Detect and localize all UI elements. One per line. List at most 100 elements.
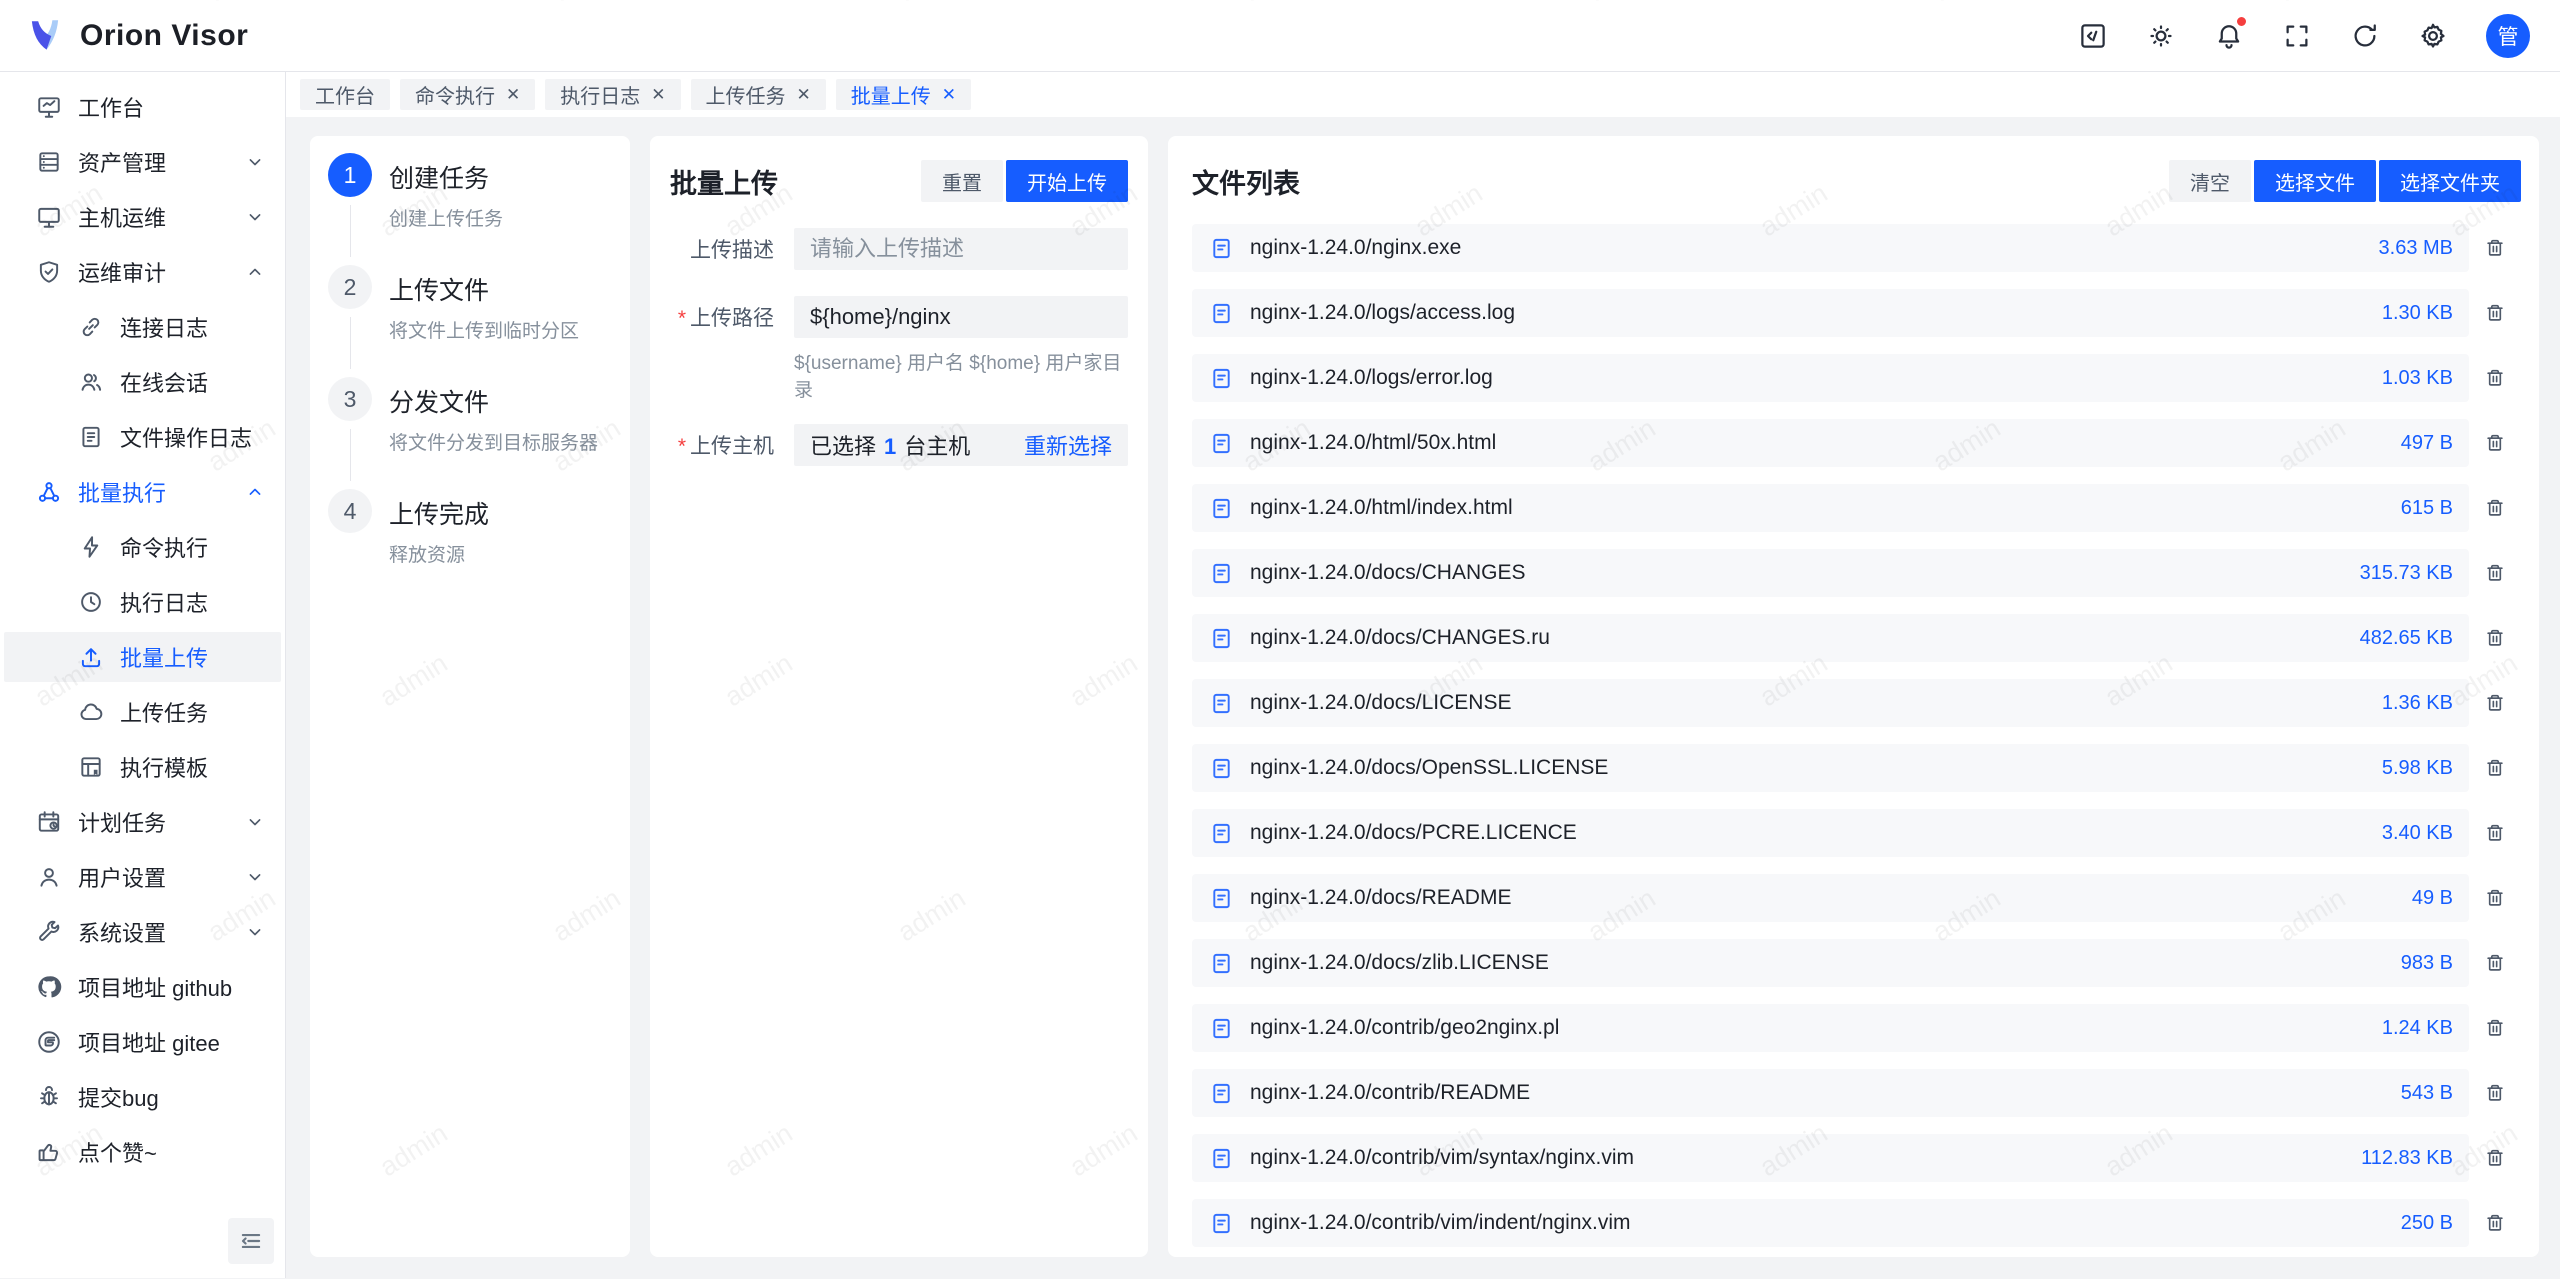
delete-file-button[interactable] [2469,302,2521,324]
upload-form-panel: 批量上传 重置 开始上传 上传描述 [650,136,1148,1257]
delete-file-button[interactable] [2469,887,2521,909]
delete-file-button[interactable] [2469,757,2521,779]
sidebar-item-github-link[interactable]: 项目地址 github [4,962,281,1012]
file-list-item: nginx-1.24.0/nginx.exe3.63 MB [1192,224,2521,272]
sidebar-item-file-operation-log[interactable]: 文件操作日志 [4,412,281,462]
close-icon[interactable]: ✕ [797,86,811,103]
sidebar-item-batch-execution[interactable]: 批量执行 [4,467,281,517]
file-icon [1210,627,1233,650]
sidebar-item-connection-log[interactable]: 连接日志 [4,302,281,352]
file-size: 5.98 KB [2382,757,2453,780]
file-list-item: nginx-1.24.0/contrib/geo2nginx.pl1.24 KB [1192,1004,2521,1052]
sidebar-item-label: 文件操作日志 [120,421,265,453]
close-icon[interactable]: ✕ [942,86,956,103]
delete-file-button[interactable] [2469,432,2521,454]
bell-button[interactable] [2214,21,2244,51]
file-icon [1210,952,1233,975]
file-name: nginx-1.24.0/nginx.exe [1250,236,2379,260]
delete-file-button[interactable] [2469,692,2521,714]
delete-file-button[interactable] [2469,822,2521,844]
sidebar-item-host-ops[interactable]: 主机运维 [4,192,281,242]
gitee-icon [36,1029,62,1055]
sidebar-item-asset-management[interactable]: 资产管理 [4,137,281,187]
code-square-button[interactable] [2078,21,2108,51]
description-input[interactable] [794,228,1128,270]
sidebar-item-bug-report[interactable]: 提交bug [4,1072,281,1122]
delete-file-button[interactable] [2469,1017,2521,1039]
tab-执行日志[interactable]: 执行日志✕ [545,79,680,110]
trash-icon [2484,562,2506,584]
tab-命令执行[interactable]: 命令执行✕ [400,79,535,110]
delete-file-button[interactable] [2469,952,2521,974]
refresh-button[interactable] [2350,21,2380,51]
sidebar-collapse-button[interactable] [228,1218,274,1264]
clear-files-button[interactable]: 清空 [2169,160,2251,202]
sidebar-item-execution-log[interactable]: 执行日志 [4,577,281,627]
delete-file-button[interactable] [2469,367,2521,389]
description-label: 上传描述 [670,234,774,264]
tab-工作台[interactable]: 工作台 [300,79,390,110]
file-size: 543 B [2401,1082,2453,1105]
file-icon [1210,367,1233,390]
sidebar-item-label: 项目地址 github [78,971,265,1003]
select-folder-button[interactable]: 选择文件夹 [2379,160,2521,202]
sidebar-item-label: 运维审计 [78,256,245,288]
close-icon[interactable]: ✕ [506,86,520,103]
file-row: nginx-1.24.0/docs/PCRE.LICENCE3.40 KB [1192,809,2469,857]
settings-button[interactable] [2418,21,2448,51]
file-icon [1210,1017,1233,1040]
sidebar-item-workbench[interactable]: 工作台 [4,82,281,132]
sidebar-item-system-settings[interactable]: 系统设置 [4,907,281,957]
sidebar-item-online-session[interactable]: 在线会话 [4,357,281,407]
delete-file-button[interactable] [2469,1147,2521,1169]
sidebar-item-gitee-link[interactable]: 项目地址 gitee [4,1017,281,1067]
file-name: nginx-1.24.0/logs/access.log [1250,301,2382,325]
reselect-hosts-button[interactable]: 重新选择 [1024,429,1112,461]
delete-file-button[interactable] [2469,562,2521,584]
calendar-icon [36,809,62,835]
tab-上传任务[interactable]: 上传任务✕ [691,79,826,110]
delete-file-button[interactable] [2469,237,2521,259]
file-list-item: nginx-1.24.0/docs/zlib.LICENSE983 B [1192,939,2521,987]
delete-file-button[interactable] [2469,1212,2521,1234]
reset-button[interactable]: 重置 [921,160,1003,202]
sidebar-item-upload-task[interactable]: 上传任务 [4,687,281,737]
trash-icon [2484,692,2506,714]
file-list-item: nginx-1.24.0/html/50x.html497 B [1192,419,2521,467]
delete-file-button[interactable] [2469,497,2521,519]
brightness-button[interactable] [2146,21,2176,51]
delete-file-button[interactable] [2469,1082,2521,1104]
sidebar-item-ops-audit[interactable]: 运维审计 [4,247,281,297]
sidebar-item-scheduled-task[interactable]: 计划任务 [4,797,281,847]
sidebar-item-like-link[interactable]: 点个赞~ [4,1127,281,1177]
tab-bar: 工作台命令执行✕ 执行日志✕ 上传任务✕ 批量上传✕ [286,72,2560,117]
user-avatar[interactable]: 管 [2486,14,2530,58]
file-list-item: nginx-1.24.0/html/index.html615 B [1192,484,2521,532]
sidebar-item-label: 工作台 [78,91,265,123]
sidebar-item-user-settings[interactable]: 用户设置 [4,852,281,902]
app-logo: Orion Visor [24,15,248,57]
file-size: 497 B [2401,432,2453,455]
delete-file-button[interactable] [2469,627,2521,649]
sidebar-item-batch-upload[interactable]: 批量上传 [4,632,281,682]
file-name: nginx-1.24.0/docs/README [1250,886,2412,910]
select-file-button[interactable]: 选择文件 [2254,160,2376,202]
sidebar-item-command-execution[interactable]: 命令执行 [4,522,281,572]
trash-icon [2484,887,2506,909]
dashboard-icon [36,94,62,120]
close-icon[interactable]: ✕ [651,86,665,103]
user-icon [36,864,62,890]
selected-hosts-box: 已选择1台主机 重新选择 [794,424,1128,466]
tab-批量上传[interactable]: 批量上传✕ [836,79,971,110]
sidebar-item-execution-template[interactable]: 执行模板 [4,742,281,792]
file-list-panel: 文件列表 清空 选择文件 选择文件夹 nginx-1.24.0/nginx.ex… [1168,136,2539,1257]
upload-path-input[interactable] [794,296,1128,338]
chevron-down-icon [245,152,265,172]
wrench-icon [36,919,62,945]
fullscreen-button[interactable] [2282,21,2312,51]
start-upload-button[interactable]: 开始上传 [1006,160,1128,202]
file-row: nginx-1.24.0/html/50x.html497 B [1192,419,2469,467]
file-icon [1210,757,1233,780]
file-row: nginx-1.24.0/nginx.exe3.63 MB [1192,224,2469,272]
file-name: nginx-1.24.0/docs/CHANGES.ru [1250,626,2360,650]
